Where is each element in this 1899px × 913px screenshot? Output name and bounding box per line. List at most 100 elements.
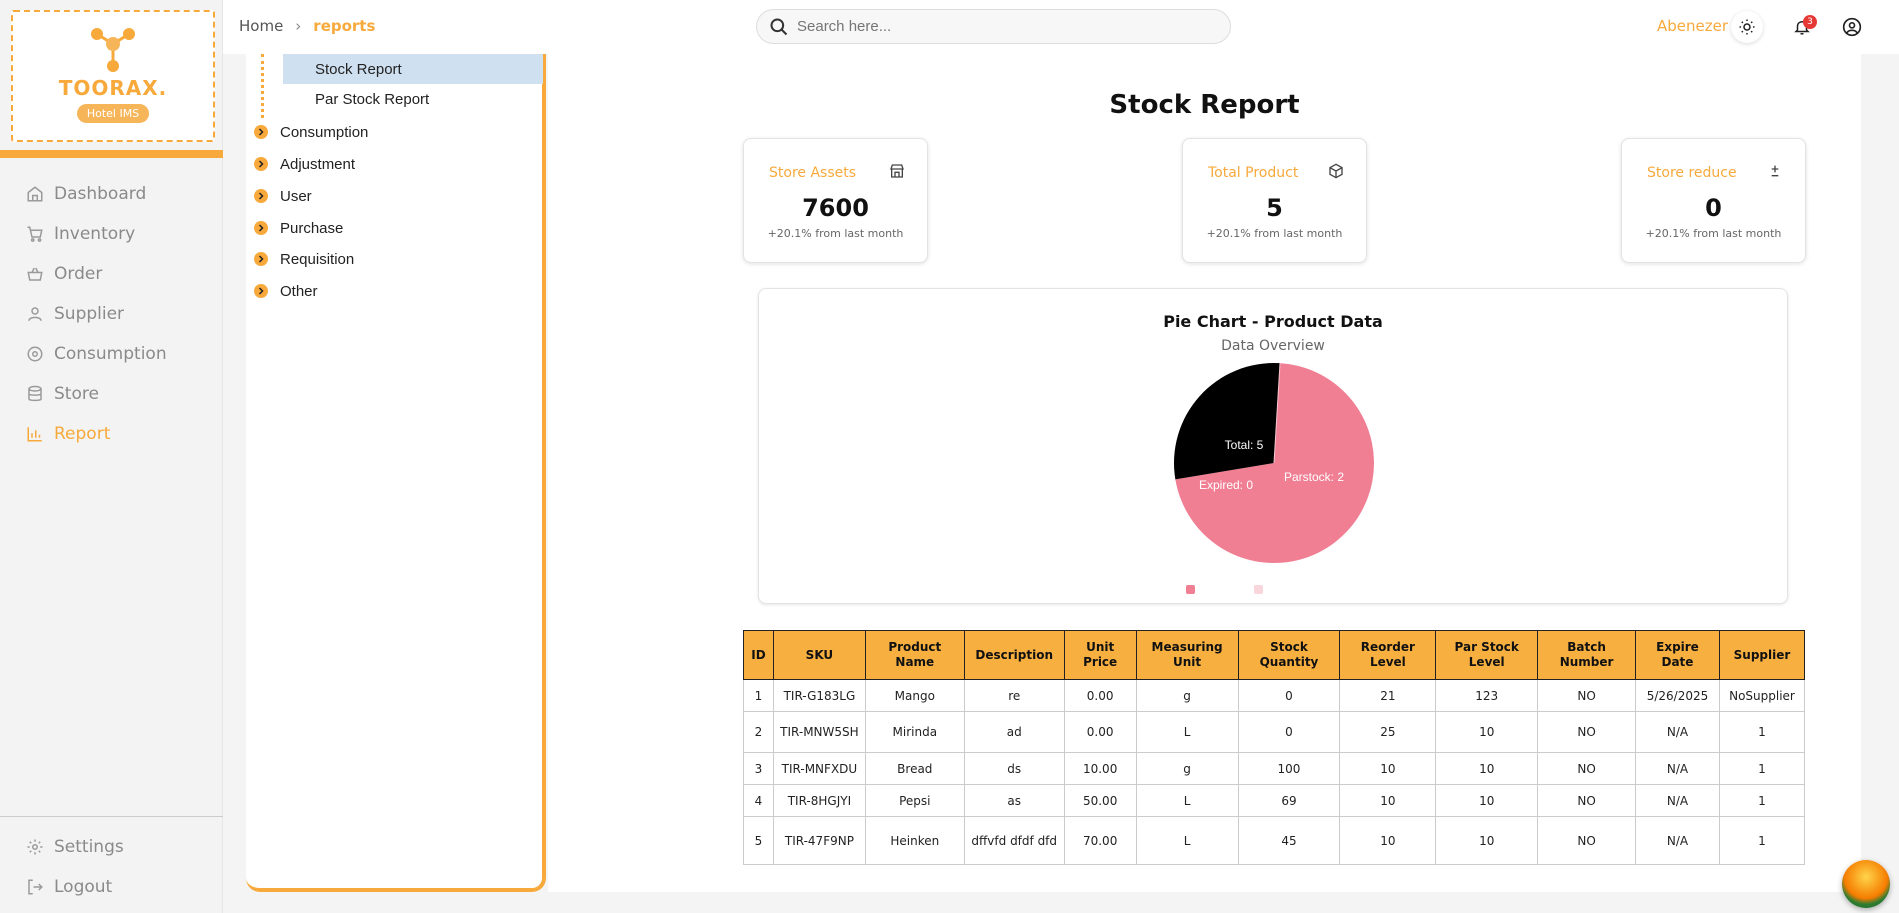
table-cell: N/A <box>1635 752 1720 785</box>
sidebar-bottom-nav: Settings Logout <box>0 827 223 907</box>
table-cell: re <box>963 679 1065 712</box>
sidebar-item-settings[interactable]: Settings <box>0 827 223 867</box>
theme-toggle-button[interactable] <box>1731 11 1763 43</box>
sidebar-item-report[interactable]: Report <box>0 414 223 454</box>
stat-card-subtext: +20.1% from last month <box>1206 227 1343 240</box>
table-cell: 0.00 <box>1063 679 1137 712</box>
table-cell: 5/26/2025 <box>1635 679 1720 712</box>
search-input[interactable] <box>797 18 1197 35</box>
table-cell: 10 <box>1435 711 1539 753</box>
submenu-group-other[interactable]: Other <box>254 276 318 306</box>
table-cell: N/A <box>1635 711 1720 753</box>
chart-subtitle: Data Overview <box>1221 338 1325 354</box>
sidebar-item-label: Inventory <box>54 224 136 244</box>
table-cell: TIR-47F9NP <box>772 816 866 865</box>
pie-slice[interactable] <box>1174 363 1280 480</box>
page-scrollbar[interactable] <box>1861 54 1899 892</box>
table-cell: 100 <box>1237 752 1341 785</box>
sidebar-item-label: Consumption <box>54 344 167 364</box>
brand-logo[interactable]: TOORAX. Hotel IMS <box>11 10 215 142</box>
table-cell: Bread <box>864 752 965 785</box>
table-row[interactable]: 1 TIR-G183LG Mango re 0.00 g 0 21 123 NO… <box>743 679 1806 712</box>
sidebar-item-inventory[interactable]: Inventory <box>0 214 223 254</box>
table-cell: Mango <box>864 679 965 712</box>
table-row[interactable]: 4 TIR-8HGJYI Pepsi as 50.00 L 69 10 10 N… <box>743 784 1806 817</box>
table-cell: NO <box>1537 679 1636 712</box>
table-cell: 10 <box>1339 752 1437 785</box>
sidebar-item-order[interactable]: Order <box>0 254 223 294</box>
table-cell: Pepsi <box>864 784 965 817</box>
table-cell: 123 <box>1435 679 1539 712</box>
sidebar-item-consumption[interactable]: Consumption <box>0 334 223 374</box>
sidebar-item-dashboard[interactable]: Dashboard <box>0 174 223 214</box>
floating-assistant-button[interactable] <box>1842 860 1890 908</box>
logout-icon <box>26 878 44 896</box>
table-cell: 10 <box>1435 816 1539 865</box>
table-row[interactable]: 3 TIR-MNFXDU Bread ds 10.00 g 100 10 10 … <box>743 752 1806 785</box>
table-header-cell: Supplier <box>1718 630 1806 680</box>
home-icon <box>26 185 44 203</box>
submenu-group-user[interactable]: User <box>254 181 312 211</box>
supplier-link[interactable]: 1 <box>1718 816 1806 865</box>
submenu-item-par-stock-report[interactable]: Par Stock Report <box>283 84 543 114</box>
search-bar[interactable] <box>756 9 1231 44</box>
table-cell: as <box>963 784 1065 817</box>
supplier-link[interactable]: 1 <box>1718 752 1806 785</box>
submenu-group-requisition[interactable]: Requisition <box>254 244 354 274</box>
chevron-right-icon <box>254 189 268 203</box>
legend-marker[interactable] <box>1186 585 1195 594</box>
breadcrumb-home[interactable]: Home <box>239 17 283 35</box>
table-header-cell: Unit Price <box>1063 630 1137 680</box>
database-icon <box>26 385 44 403</box>
page-bottom-strip <box>246 892 1861 913</box>
table-cell: L <box>1135 816 1239 865</box>
supplier-link[interactable]: 1 <box>1718 784 1806 817</box>
table-cell: 4 <box>743 784 774 817</box>
table-header-cell: ID <box>743 630 774 680</box>
brand-name: TOORAX. <box>58 76 168 100</box>
sidebar-item-label: Supplier <box>54 304 125 324</box>
table-header-cell: Measuring Unit <box>1135 630 1239 680</box>
stat-card-value: 0 <box>1705 194 1722 222</box>
table-row[interactable]: 2 TIR-MNW5SH Mirinda ad 0.00 L 0 25 10 N… <box>743 711 1806 753</box>
top-header: Home › reports Abenezer 3 <box>223 0 1899 54</box>
profile-button[interactable] <box>1836 11 1868 43</box>
supplier-link[interactable]: 1 <box>1718 711 1806 753</box>
stat-card-value: 5 <box>1266 194 1283 222</box>
sidebar: TOORAX. Hotel IMS Dashboard Inventory Or… <box>0 0 223 913</box>
notifications-button[interactable]: 3 <box>1786 11 1818 43</box>
submenu-group-purchase[interactable]: Purchase <box>254 213 343 243</box>
table-header-cell: Expire Date <box>1635 630 1720 680</box>
sidebar-nav: Dashboard Inventory Order Supplier Consu… <box>0 174 223 454</box>
table-cell: 21 <box>1339 679 1437 712</box>
table-cell: 70.00 <box>1063 816 1137 865</box>
stat-card-subtext: +20.1% from last month <box>1645 227 1782 240</box>
table-cell: ad <box>963 711 1065 753</box>
table-cell: 0 <box>1237 679 1341 712</box>
table-header-cell: SKU <box>772 630 866 680</box>
sidebar-item-store[interactable]: Store <box>0 374 223 414</box>
submenu-group-label: User <box>280 187 312 205</box>
user-icon <box>26 305 44 323</box>
table-cell: 5 <box>743 816 774 865</box>
sidebar-item-supplier[interactable]: Supplier <box>0 294 223 334</box>
submenu-group-consumption[interactable]: Consumption <box>254 117 368 147</box>
sun-icon <box>1739 19 1755 35</box>
user-name[interactable]: Abenezer <box>1657 17 1728 35</box>
table-row[interactable]: 5 TIR-47F9NP Heinken dffvfd dfdf dfd 70.… <box>743 816 1806 865</box>
submenu-item-stock-report[interactable]: Stock Report <box>283 54 543 84</box>
table-cell: g <box>1135 752 1239 785</box>
sidebar-item-label: Dashboard <box>54 184 147 204</box>
chevron-right-icon <box>254 157 268 171</box>
search-icon <box>770 18 788 35</box>
pie-chart-card: Pie Chart - Product Data Data Overview T… <box>758 288 1788 604</box>
report-submenu: Stock Report Par Stock Report Consumptio… <box>246 54 546 892</box>
stat-card-store-reduce: Store reduce 0 +20.1% from last month <box>1621 138 1806 263</box>
submenu-group-adjustment[interactable]: Adjustment <box>254 149 355 179</box>
chevron-right-icon <box>254 125 268 139</box>
table-cell: 69 <box>1237 784 1341 817</box>
table-cell: 10 <box>1435 752 1539 785</box>
sidebar-item-logout[interactable]: Logout <box>0 867 223 907</box>
stat-card-store-assets: Store Assets 7600 +20.1% from last month <box>743 138 928 263</box>
legend-marker[interactable] <box>1254 585 1263 594</box>
